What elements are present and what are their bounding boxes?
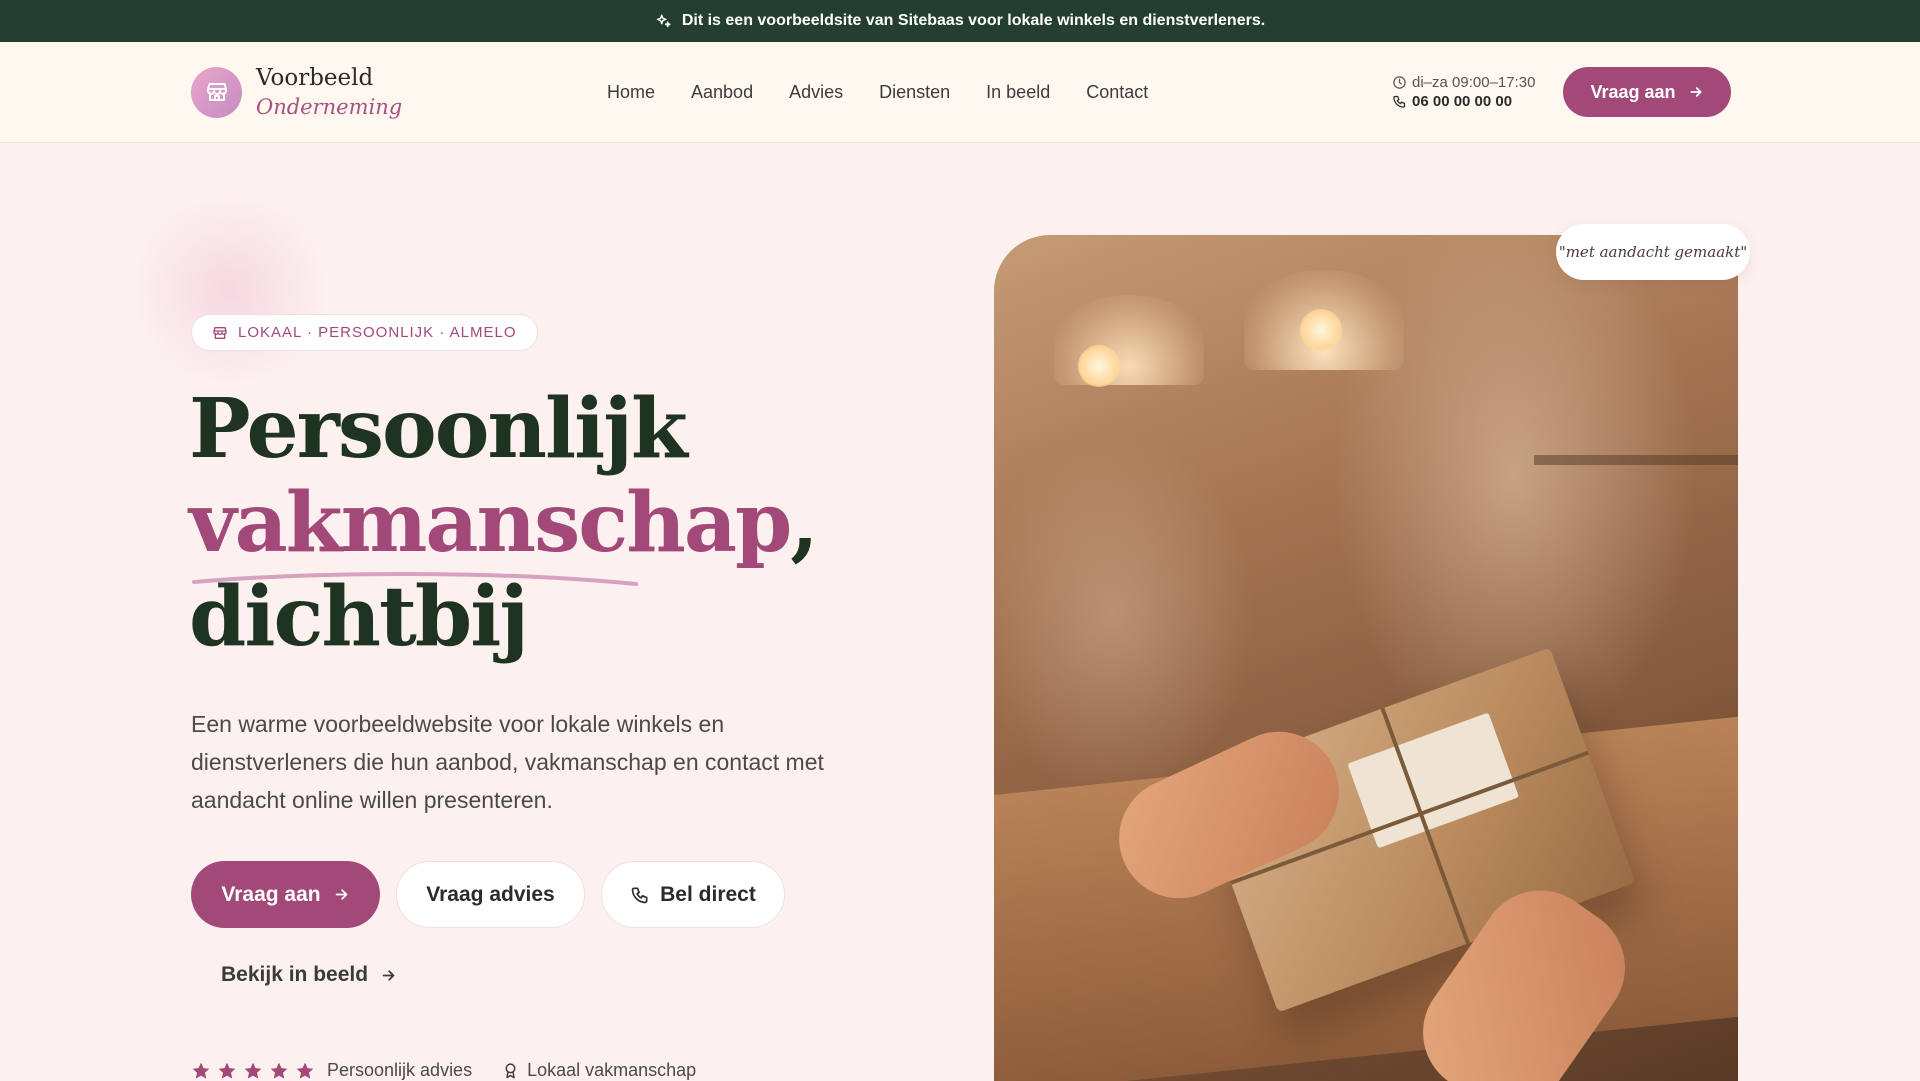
nav-item-home[interactable]: Home [607,82,655,103]
view-gallery-label: Bekijk in beeld [221,963,369,986]
logo-text: Voorbeeld Onderneming [256,66,402,118]
headline-comma: , [790,475,819,571]
clock-icon [1393,76,1406,89]
nav-item-in-beeld[interactable]: In beeld [986,82,1050,103]
header-cta-label: Vraag aan [1590,81,1676,102]
quote-bubble: "met aandacht gemaakt" [1556,224,1750,280]
arrow-right-icon [333,886,350,903]
hero-cta-row: Vraag aan Vraag advies Bel direct [191,861,785,928]
announcement-bar: Dit is een voorbeeldsite van Sitebaas vo… [0,0,1920,42]
nav-item-diensten[interactable]: Diensten [879,82,950,103]
logo-line1: Voorbeeld [256,65,374,91]
hours-text: di–za 09:00–17:30 [1412,74,1536,91]
star-rating [191,1061,315,1081]
hours-row: di–za 09:00–17:30 [1392,74,1535,91]
star-icon [192,1062,210,1079]
site-header: Voorbeeld Onderneming Home Aanbod Advies… [0,42,1920,143]
phone-icon [1393,95,1406,108]
decorative-glow [120,200,340,380]
phone-icon [631,887,648,903]
headline-underline [192,572,638,586]
pendant-lamp [1054,295,1204,385]
trust-advice-text: Persoonlijk advies [327,1060,473,1080]
star-icon [244,1062,262,1079]
arrow-right-icon [1688,84,1704,100]
header-cta-button[interactable]: Vraag aan [1563,67,1731,117]
headline-line1: Persoonlijk [189,381,688,477]
view-gallery-link[interactable]: Bekijk in beeld [221,963,397,987]
location-tag: LOKAAL · PERSOONLIJK · ALMELO [191,314,538,351]
call-button-label: Bel direct [660,882,756,906]
hero-photo [994,235,1738,1081]
nav-item-aanbod[interactable]: Aanbod [691,82,753,103]
phone-row[interactable]: 06 00 00 00 00 [1392,93,1535,110]
advice-button[interactable]: Vraag advies [396,861,585,928]
trust-craft-text: Lokaal vakmanschap [527,1060,697,1080]
star-icon [296,1062,314,1079]
nav-item-contact[interactable]: Contact [1086,82,1148,103]
phone-number: 06 00 00 00 00 [1412,93,1513,110]
request-button[interactable]: Vraag aan [191,861,380,928]
request-button-label: Vraag aan [221,882,321,906]
announcement-text: Dit is een voorbeeldsite van Sitebaas vo… [681,12,1266,29]
star-icon [218,1062,236,1079]
hero-headline: Persoonlijk vakmanschap, dichtbij [189,381,819,664]
trust-row: Persoonlijk advies Lokaal vakmanschap [191,1060,696,1081]
opening-hours: di–za 09:00–17:30 06 00 00 00 00 [1392,74,1535,110]
location-tag-text: LOKAAL · PERSOONLIJK · ALMELO [238,324,517,341]
sparkles-icon [655,13,672,30]
logo-line2: Onderneming [256,95,403,120]
nav-item-advies[interactable]: Advies [789,82,843,103]
award-icon [502,1062,519,1079]
logo[interactable]: Voorbeeld Onderneming [191,66,402,118]
arrow-right-icon [380,967,397,984]
call-button[interactable]: Bel direct [601,861,785,928]
store-icon [191,66,242,118]
star-icon [270,1062,288,1079]
headline-accent: vakmanschap [189,475,792,571]
main-nav: Home Aanbod Advies Diensten In beeld Con… [607,82,1148,103]
hero-intro: Een warme voorbeeldwebsite voor lokale w… [191,711,824,813]
store-icon [213,326,227,339]
